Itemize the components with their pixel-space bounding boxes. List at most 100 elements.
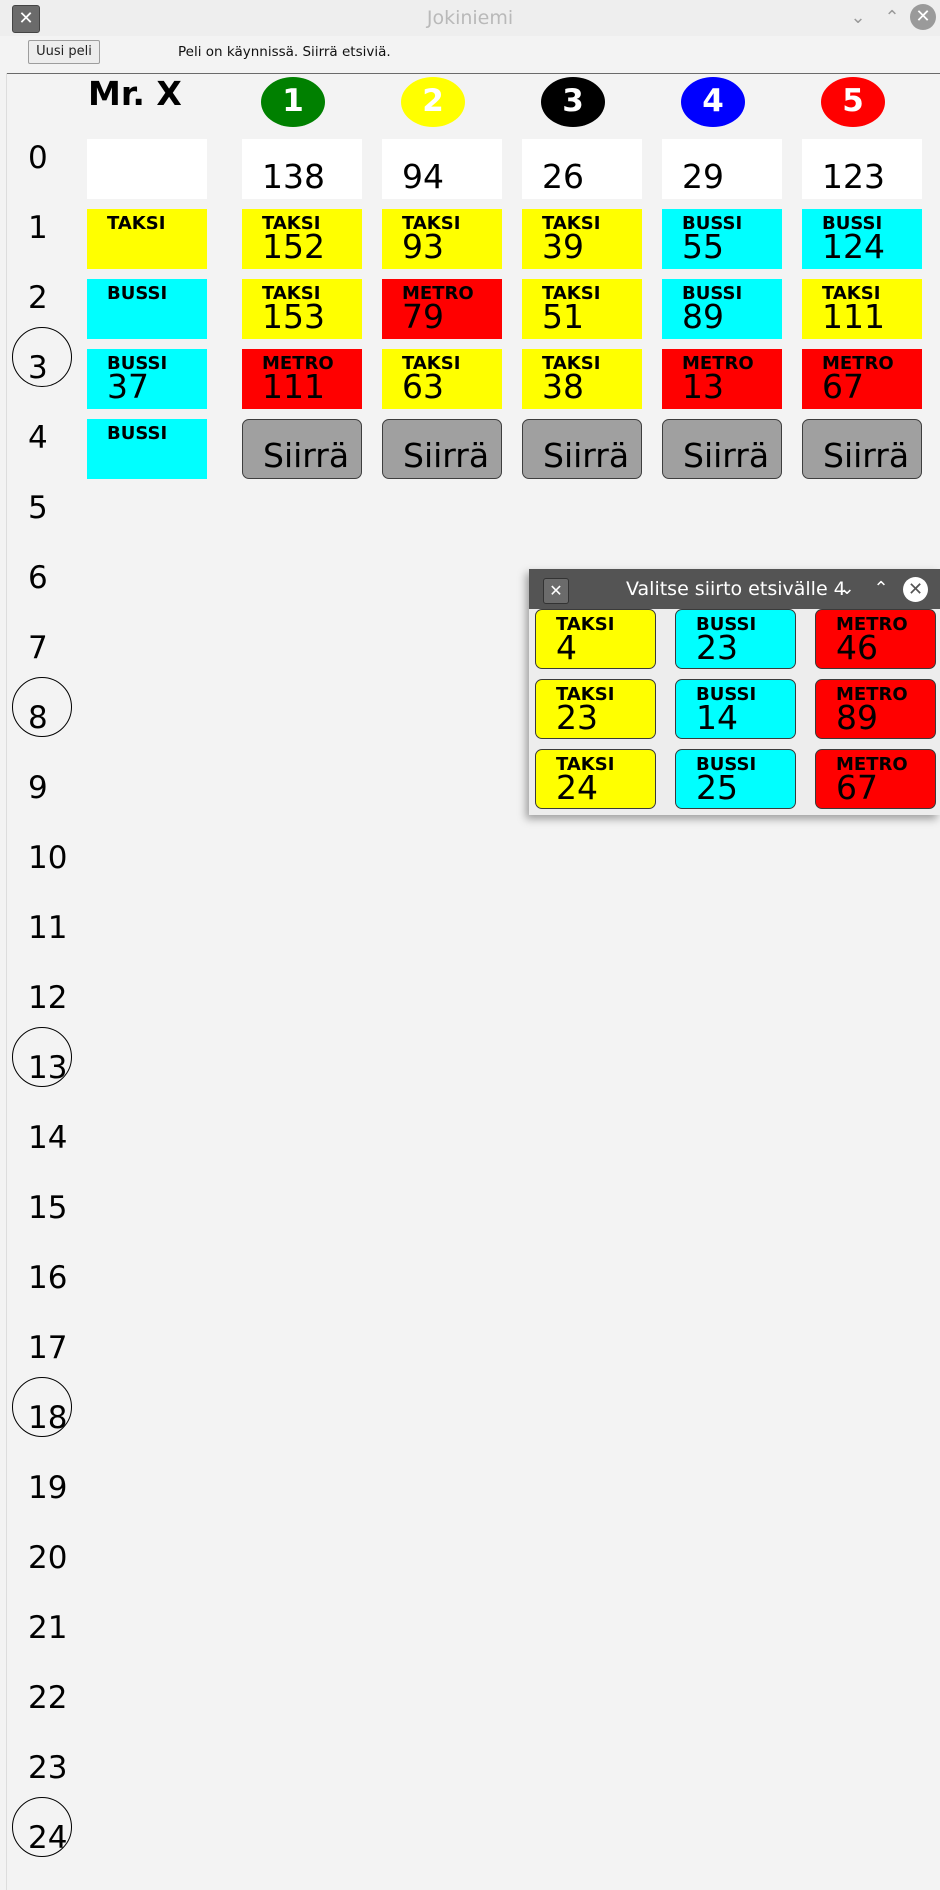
round-label: 11 (28, 910, 68, 946)
detective-move-cell: TAKSI 39 (522, 209, 642, 269)
x-app-icon: ✕ (12, 5, 40, 33)
move-button-detective-3[interactable]: Siirrä (522, 419, 642, 479)
node-number: 89 (682, 297, 724, 336)
detective-move-cell: TAKSI 152 (242, 209, 362, 269)
node-number: 111 (262, 367, 325, 406)
node-number: 37 (107, 367, 149, 406)
move-button-detective-5[interactable]: Siirrä (802, 419, 922, 479)
round-label: 17 (28, 1330, 68, 1366)
node-number: 94 (402, 157, 444, 196)
detective-move-cell: METRO 67 (802, 349, 922, 409)
dialog-title: Valitse siirto etsivälle 4 (626, 578, 846, 600)
node-number: 13 (682, 367, 724, 406)
move-option-button[interactable]: TAKSI 4 (535, 609, 656, 669)
detective-move-cell: TAKSI 93 (382, 209, 502, 269)
round-label: 8 (28, 700, 48, 736)
round-label: 1 (28, 210, 48, 246)
node-number: 123 (822, 157, 885, 196)
detective-2-header: 2 (401, 77, 465, 127)
detective-move-cell: TAKSI 153 (242, 279, 362, 339)
round-label: 4 (28, 420, 48, 456)
move-option-button[interactable]: BUSSI 23 (675, 609, 796, 669)
move-option-button[interactable]: METRO 89 (815, 679, 936, 739)
mrx-start-cell (87, 139, 207, 199)
round-label: 12 (28, 980, 68, 1016)
detective-move-cell: TAKSI 38 (522, 349, 642, 409)
round-label: 20 (28, 1540, 68, 1576)
maximize-icon[interactable]: ⌃ (880, 6, 904, 30)
detective-move-cell: BUSSI 55 (662, 209, 782, 269)
node-number: 14 (696, 698, 738, 737)
node-number: 4 (556, 628, 577, 667)
ticket-type: BUSSI (107, 423, 168, 444)
round-label: 19 (28, 1470, 68, 1506)
detective-1-header: 1 (261, 77, 325, 127)
node-number: 89 (836, 698, 878, 737)
node-number: 25 (696, 768, 738, 807)
detective-move-cell: METRO 13 (662, 349, 782, 409)
round-label: 5 (28, 490, 48, 526)
move-button-detective-4[interactable]: Siirrä (662, 419, 782, 479)
round-label: 7 (28, 630, 48, 666)
round-label: 13 (28, 1050, 68, 1086)
dialog-close-icon[interactable]: ✕ (903, 577, 928, 602)
node-number: 67 (836, 768, 878, 807)
round-label: 16 (28, 1260, 68, 1296)
node-number: 124 (822, 227, 885, 266)
round-label: 2 (28, 280, 48, 316)
round-label: 18 (28, 1400, 68, 1436)
round-label: 9 (28, 770, 48, 806)
move-button-detective-2[interactable]: Siirrä (382, 419, 502, 479)
move-option-button[interactable]: TAKSI 24 (535, 749, 656, 809)
round-label: 10 (28, 840, 68, 876)
node-number: 111 (822, 297, 885, 336)
detective-start-cell: 94 (382, 139, 502, 199)
detective-move-cell: TAKSI 63 (382, 349, 502, 409)
round-label: 14 (28, 1120, 68, 1156)
move-option-button[interactable]: METRO 46 (815, 609, 936, 669)
dialog-minimize-icon[interactable]: ⌄ (835, 577, 859, 601)
node-number: 24 (556, 768, 598, 807)
move-option-button[interactable]: BUSSI 25 (675, 749, 796, 809)
left-border (6, 73, 7, 1890)
detective-move-cell: BUSSI 124 (802, 209, 922, 269)
move-option-button[interactable]: METRO 67 (815, 749, 936, 809)
detective-start-cell: 26 (522, 139, 642, 199)
round-label: 22 (28, 1680, 68, 1716)
node-number: 93 (402, 227, 444, 266)
move-option-button[interactable]: TAKSI 23 (535, 679, 656, 739)
move-dialog: ✕ Valitse siirto etsivälle 4 ⌄ ⌃ ✕ TAKSI… (529, 569, 940, 815)
detective-5-header: 5 (821, 77, 885, 127)
new-game-button[interactable]: Uusi peli (28, 40, 100, 64)
node-number: 39 (542, 227, 584, 266)
round-label: 0 (28, 140, 48, 176)
detective-start-cell: 138 (242, 139, 362, 199)
node-number: 29 (682, 157, 724, 196)
mrx-move-cell: BUSSI (87, 279, 207, 339)
node-number: 46 (836, 628, 878, 667)
round-label: 15 (28, 1190, 68, 1226)
node-number: 63 (402, 367, 444, 406)
node-number: 67 (822, 367, 864, 406)
window-titlebar: Jokiniemi ✕ ⌄ ⌃ ✕ (0, 0, 940, 36)
detective-move-cell: TAKSI 51 (522, 279, 642, 339)
detective-move-cell: METRO 79 (382, 279, 502, 339)
minimize-icon[interactable]: ⌄ (846, 6, 870, 30)
window-title: Jokiniemi (426, 7, 514, 29)
x-app-icon: ✕ (543, 578, 569, 604)
ticket-type: TAKSI (107, 213, 166, 234)
detective-start-cell: 29 (662, 139, 782, 199)
node-number: 153 (262, 297, 325, 336)
node-number: 51 (542, 297, 584, 336)
detective-start-cell: 123 (802, 139, 922, 199)
dialog-maximize-icon[interactable]: ⌃ (869, 577, 893, 601)
detective-move-cell: BUSSI 89 (662, 279, 782, 339)
close-icon[interactable]: ✕ (910, 4, 936, 30)
node-number: 38 (542, 367, 584, 406)
node-number: 152 (262, 227, 325, 266)
move-option-button[interactable]: BUSSI 14 (675, 679, 796, 739)
mrx-header: Mr. X (88, 74, 182, 113)
round-label: 3 (28, 350, 48, 386)
move-button-detective-1[interactable]: Siirrä (242, 419, 362, 479)
round-label: 23 (28, 1750, 68, 1786)
